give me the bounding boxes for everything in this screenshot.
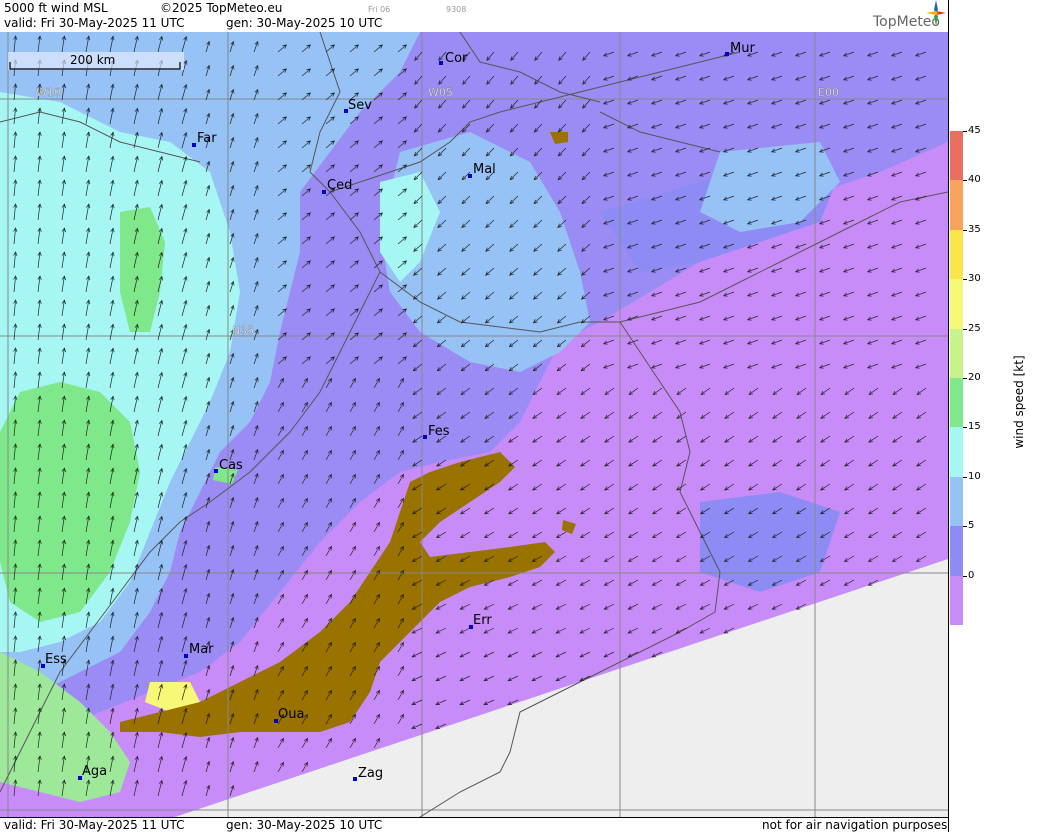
grid-label-w05: W05 (428, 86, 453, 99)
colorbar (950, 131, 963, 626)
colorbar-tick-label: 35 (968, 223, 981, 235)
city-aga: Aga (82, 764, 107, 779)
city-ess: Ess (45, 652, 67, 667)
colorbar-segment (950, 180, 963, 231)
city-mur: Mur (730, 41, 755, 56)
city-fes: Fes (428, 424, 450, 439)
scale-bar: 200 km (8, 52, 184, 70)
colorbar-tick-label: 5 (968, 520, 975, 532)
colorbar-tick-mark (963, 575, 967, 577)
header-bar: 5000 ft wind MSL ©2025 TopMeteo.eu Fri 0… (0, 0, 948, 32)
city-cor: Cor (445, 51, 468, 66)
colorbar-segment (950, 328, 963, 379)
generated-time: gen: 30-May-2025 10 UTC (226, 16, 383, 30)
colorbar-tick-label: 40 (968, 174, 981, 186)
city-cas: Cas (219, 458, 243, 473)
colorbar-segment (950, 476, 963, 527)
grid-label-w10: W10 (36, 86, 61, 99)
header-day-small: Fri 06 (368, 5, 391, 14)
city-oua: Oua (278, 707, 304, 722)
colorbar-segment (950, 229, 963, 280)
valid-time: valid: Fri 30-May-2025 11 UTC (4, 16, 185, 30)
wind-map[interactable]: W10 W05 E00 N35 200 km Cor Mur Sev Far C… (0, 32, 948, 817)
colorbar-tick-mark (963, 131, 967, 132)
footer-bar: valid: Fri 30-May-2025 11 UTC gen: 30-Ma… (0, 817, 948, 833)
city-mar: Mar (189, 642, 214, 657)
colorbar-tick-label: 20 (968, 372, 981, 383)
city-err: Err (473, 613, 492, 628)
footer-disclaimer: not for air navigation purposes (762, 818, 948, 832)
colorbar-segment (950, 427, 963, 478)
colorbar-tick-label: 25 (968, 322, 981, 334)
colorbar-tick-mark (963, 279, 967, 281)
colorbar-segment (950, 575, 963, 626)
colorbar-tick-mark (963, 328, 967, 330)
colorbar-tick-label: 45 (968, 125, 981, 136)
city-ced: Ced (327, 178, 352, 193)
colorbar-tick-mark (963, 378, 967, 379)
colorbar-segment (950, 131, 963, 181)
footer-valid: valid: Fri 30-May-2025 11 UTC (4, 818, 185, 832)
header-code-small: 9308 (446, 5, 467, 14)
colorbar-tick-mark (963, 180, 967, 182)
city-mal: Mal (473, 162, 496, 177)
compass-logo-icon (926, 0, 946, 26)
colorbar-tick-label: 10 (968, 470, 981, 482)
colorbar-tick-mark (963, 229, 967, 231)
colorbar-tick-label: 30 (968, 273, 981, 285)
colorbar-segment (950, 526, 963, 577)
colorbar-segment (950, 378, 963, 428)
colorbar-segment (950, 279, 963, 330)
grid-label-n35: N35 (232, 324, 254, 337)
city-sev: Sev (348, 98, 372, 113)
grid-label-e00: E00 (818, 86, 839, 99)
scale-label: 200 km (70, 53, 115, 67)
legend-title: wind speed [kt] (1012, 355, 1026, 449)
city-far: Far (197, 131, 217, 146)
city-zag: Zag (358, 766, 383, 781)
colorbar-tick-mark (963, 526, 967, 528)
legend-divider (948, 0, 949, 832)
colorbar-tick-label: 0 (968, 569, 975, 581)
colorbar-tick-mark (963, 427, 967, 429)
copyright: ©2025 TopMeteo.eu (160, 1, 283, 15)
colorbar-tick-label: 15 (968, 421, 981, 433)
chart-title: 5000 ft wind MSL (4, 1, 108, 15)
colorbar-tick-mark (963, 476, 967, 478)
footer-gen: gen: 30-May-2025 10 UTC (226, 818, 383, 832)
